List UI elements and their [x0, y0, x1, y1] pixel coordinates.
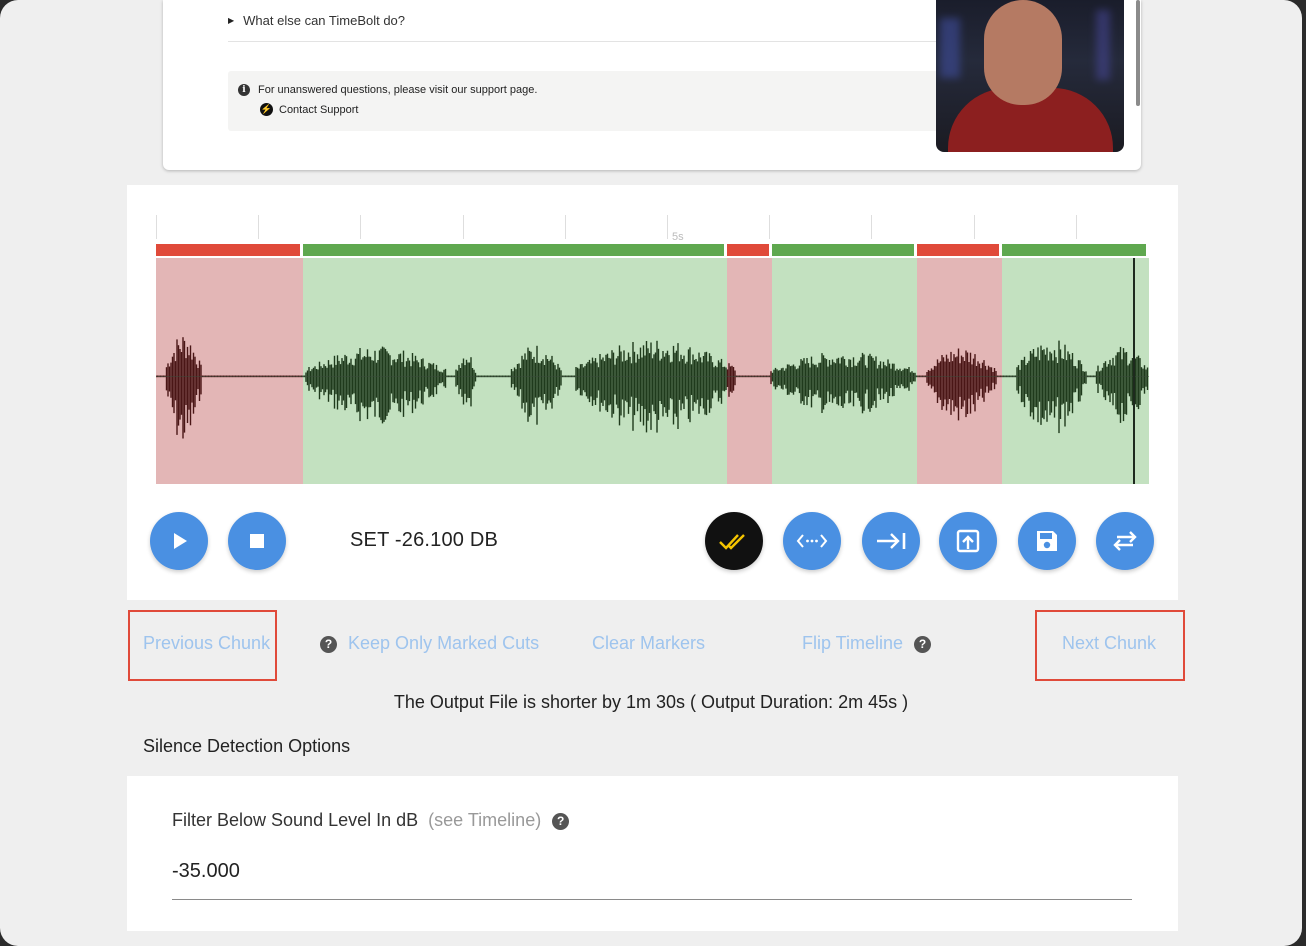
see-timeline-link[interactable]: (see Timeline)	[428, 810, 541, 830]
ruler-tick	[667, 215, 668, 239]
ruler-tick	[871, 215, 873, 239]
keep-segment-marker[interactable]	[771, 244, 914, 256]
webcam-overlay	[936, 0, 1124, 152]
double-check-icon	[719, 534, 745, 550]
ruler-tick	[769, 215, 771, 239]
keep-only-marked-cuts-label: Keep Only Marked Cuts	[348, 633, 540, 653]
play-button[interactable]	[150, 512, 208, 570]
support-message: For unanswered questions, please visit o…	[258, 84, 538, 96]
timeline-editor: 5s SET -26.100 DB	[127, 185, 1178, 600]
swap-icon	[1113, 531, 1137, 551]
export-button[interactable]	[939, 512, 997, 570]
help-icon[interactable]: ?	[320, 635, 337, 653]
time-ruler: 5s	[156, 213, 1149, 243]
output-duration-summary: The Output File is shorter by 1m 30s ( O…	[393, 692, 909, 712]
section-title: Silence Detection Options	[143, 736, 351, 756]
play-icon	[174, 533, 187, 549]
app-window: ▶ What else can TimeBolt do? i For unans…	[0, 0, 1302, 946]
info-icon: i	[238, 84, 250, 96]
previous-chunk-highlight	[128, 610, 277, 681]
ruler-tick	[462, 215, 464, 239]
help-panel: ▶ What else can TimeBolt do? i For unans…	[163, 0, 1141, 170]
export-icon	[956, 529, 980, 553]
ruler-tick	[156, 215, 157, 239]
flip-timeline-link[interactable]: Flip Timeline ?	[802, 633, 932, 654]
skip-to-end-icon	[877, 533, 906, 549]
filter-label: Filter Below Sound Level In dB (see Time…	[172, 810, 570, 831]
playback-controls: SET -26.100 DB	[127, 512, 1178, 572]
keep-segment-marker[interactable]	[302, 244, 724, 256]
keep-segment-marker[interactable]	[1002, 244, 1146, 256]
cut-segment-marker[interactable]	[156, 244, 300, 256]
save-button[interactable]	[1018, 512, 1076, 570]
flip-timeline-label: Flip Timeline	[802, 633, 904, 653]
skip-to-end-button[interactable]	[862, 512, 920, 570]
faq-item-label: What else can TimeBolt do?	[243, 13, 406, 28]
support-notice: i For unanswered questions, please visit…	[228, 71, 948, 131]
contact-support-label: Contact Support	[279, 103, 359, 116]
next-chunk-highlight	[1035, 610, 1185, 681]
sound-level-input[interactable]	[172, 854, 1132, 900]
lightning-bolt-icon: ⚡	[260, 103, 273, 116]
ruler-tick	[973, 215, 975, 239]
threshold-readout: SET -26.100 DB	[350, 529, 499, 551]
save-icon	[1037, 531, 1057, 551]
keep-only-marked-cuts-link[interactable]: ? Keep Only Marked Cuts	[320, 633, 539, 654]
expand-horizontal-icon	[796, 534, 828, 548]
stop-button[interactable]	[228, 512, 286, 570]
ruler-tick	[360, 215, 362, 239]
presenter-head	[984, 0, 1062, 105]
silence-options-card: Filter Below Sound Level In dB (see Time…	[127, 776, 1178, 931]
help-icon[interactable]: ?	[914, 635, 932, 653]
cut-segment-marker[interactable]	[916, 244, 1000, 256]
ruler-tick-label: 5s	[672, 231, 684, 243]
ruler-tick	[258, 215, 260, 239]
ruler-tick	[564, 215, 566, 239]
expand-selection-button[interactable]	[783, 512, 841, 570]
mark-all-button[interactable]	[705, 512, 763, 570]
audio-waveform	[156, 337, 1149, 439]
contact-support-link[interactable]: ⚡ Contact Support	[260, 103, 359, 116]
help-icon[interactable]: ?	[552, 812, 570, 830]
cut-segment-marker[interactable]	[726, 244, 769, 256]
ruler-tick	[1075, 215, 1077, 239]
disclosure-triangle-icon: ▶	[228, 16, 235, 25]
swap-button[interactable]	[1096, 512, 1154, 570]
scrollbar-thumb[interactable]	[1136, 0, 1140, 106]
waveform-timeline[interactable]: 5s	[156, 213, 1149, 484]
stop-icon	[250, 534, 264, 548]
playhead[interactable]	[1133, 258, 1136, 484]
faq-item[interactable]: ▶ What else can TimeBolt do?	[228, 0, 948, 42]
clear-markers-link[interactable]: Clear Markers	[592, 633, 705, 654]
